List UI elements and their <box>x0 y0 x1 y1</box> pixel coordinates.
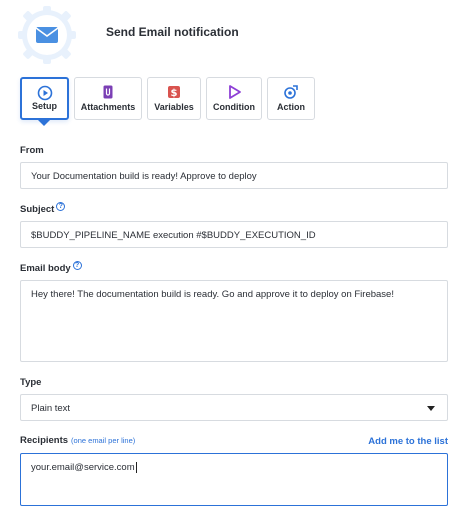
dollar-icon: $ <box>168 86 180 99</box>
tab-attachments[interactable]: Attachments <box>74 77 142 120</box>
chevron-down-icon <box>427 406 435 411</box>
email-body-label-text: Email body <box>20 263 71 275</box>
recipients-hint: (one email per line) <box>71 436 136 445</box>
type-select[interactable]: Plain text <box>20 394 448 421</box>
tab-label: Variables <box>154 102 194 112</box>
subject-label: Subject? <box>20 202 66 216</box>
help-icon[interactable]: ? <box>72 261 82 270</box>
action-icon <box>284 85 298 99</box>
tab-label: Action <box>277 102 305 112</box>
recipients-label-text: Recipients <box>20 435 69 446</box>
svg-text:$: $ <box>171 88 178 99</box>
email-body-field[interactable]: Hey there! The documentation build is re… <box>20 280 448 362</box>
subject-label-text: Subject <box>20 204 55 216</box>
tab-condition[interactable]: Condition <box>206 77 262 120</box>
tab-label: Condition <box>213 102 255 112</box>
tab-setup[interactable]: Setup <box>20 77 69 120</box>
email-action-gear-icon <box>18 6 76 64</box>
tab-label: Attachments <box>80 102 136 112</box>
active-tab-indicator <box>38 120 50 126</box>
page-title: Send Email notification <box>106 25 239 39</box>
action-header: Send Email notification <box>18 6 458 64</box>
from-field[interactable]: Your Documentation build is ready! Appro… <box>20 162 448 189</box>
from-label: From <box>20 145 44 156</box>
recipients-value: your.email@service.com <box>31 462 135 474</box>
envelope-icon <box>35 27 59 43</box>
tab-label: Setup <box>31 101 57 111</box>
type-select-value: Plain text <box>31 403 71 414</box>
attachment-icon <box>103 85 113 99</box>
play-circle-icon <box>37 85 52 101</box>
help-icon[interactable]: ? <box>56 202 66 211</box>
email-body-label: Email body? <box>20 261 82 274</box>
add-me-link[interactable]: Add me to the list <box>368 436 448 447</box>
triangle-play-icon <box>229 85 241 99</box>
text-cursor <box>135 462 137 473</box>
type-label: Type <box>20 377 42 388</box>
recipients-field[interactable]: your.email@service.com <box>20 453 448 506</box>
subject-field[interactable]: $BUDDY_PIPELINE_NAME execution #$BUDDY_E… <box>20 221 448 248</box>
tab-action[interactable]: Action <box>267 77 315 120</box>
recipients-label: Recipients (one email per line) <box>20 435 135 446</box>
tab-variables[interactable]: $ Variables <box>147 77 201 120</box>
